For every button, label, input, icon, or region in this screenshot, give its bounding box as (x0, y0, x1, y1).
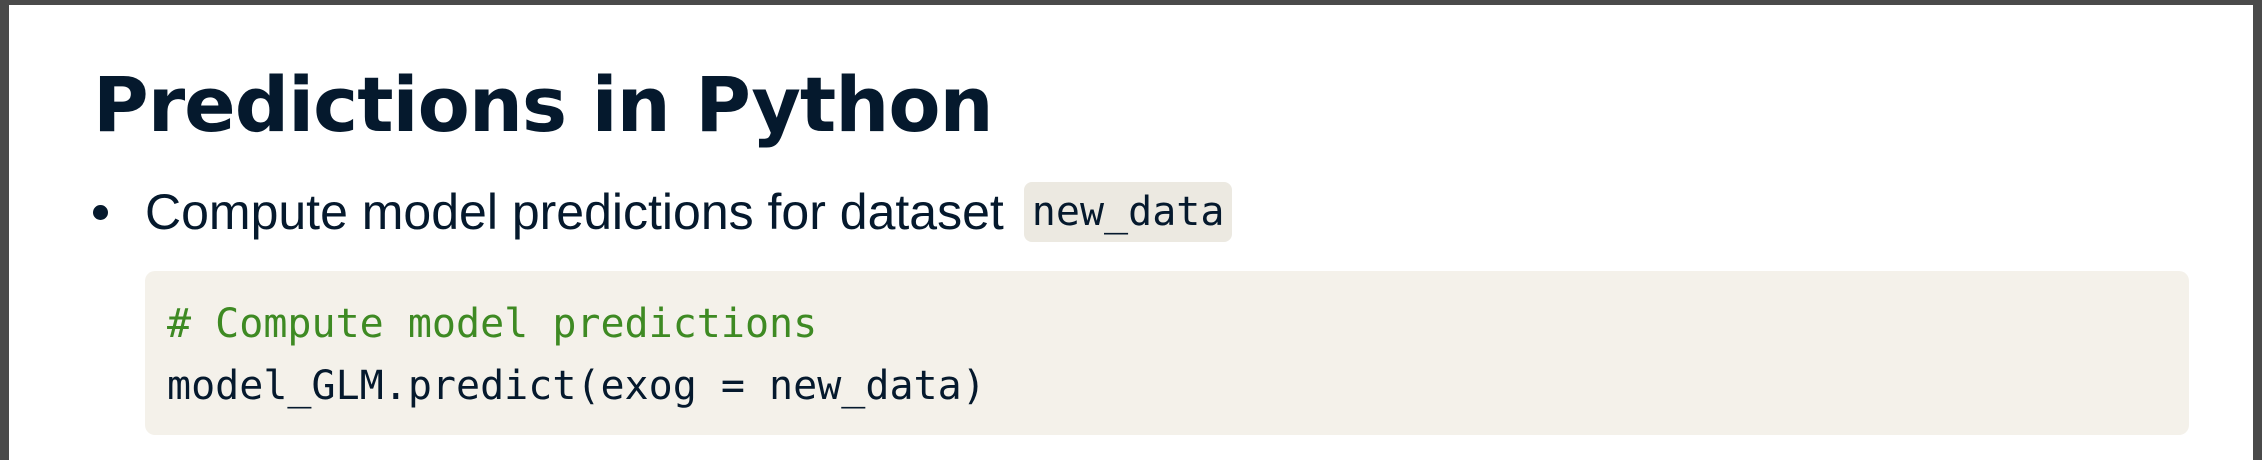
slide-frame: Predictions in Python Compute model pred… (0, 0, 2262, 460)
slide-title: Predictions in Python (93, 60, 994, 149)
bullet-item: Compute model predictions for dataset ne… (93, 177, 1233, 247)
inline-code: new_data (1023, 182, 1233, 242)
code-comment: # Compute model predictions (167, 301, 818, 347)
bullet-icon (93, 204, 108, 220)
bullet-text: Compute model predictions for dataset (145, 184, 1004, 240)
code-line: model_GLM.predict(exog = new_data) (167, 363, 986, 409)
code-block: # Compute model predictions model_GLM.pre… (145, 271, 2189, 435)
